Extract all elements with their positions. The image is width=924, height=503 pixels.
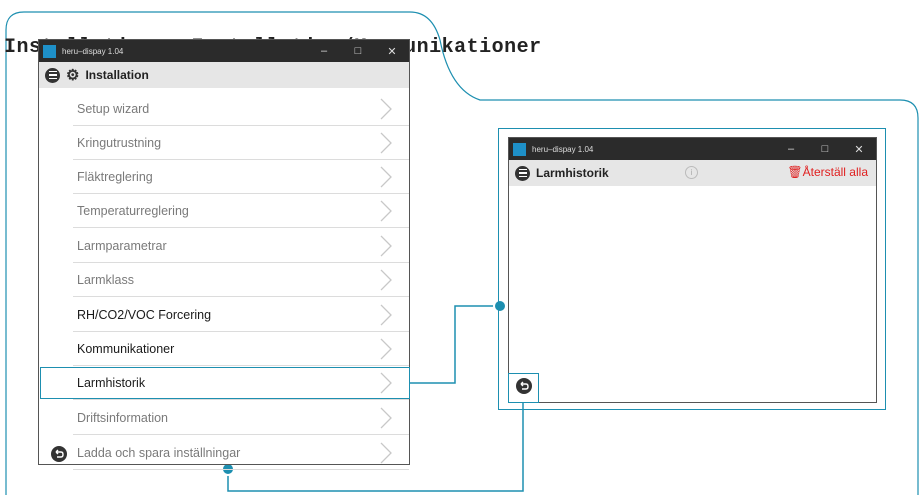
close-button[interactable]: ✕: [375, 40, 409, 62]
title-bar: heru–dispay 1.04 – □ ✕: [39, 40, 409, 62]
chevron-right-icon: [380, 98, 392, 120]
chevron-right-icon: [380, 269, 392, 291]
page-title: Installation: [85, 68, 149, 82]
menu-item[interactable]: Driftsinformation: [73, 401, 409, 435]
menu-item[interactable]: RH/CO2/VOC Forcering: [73, 298, 409, 332]
highlight-back-button: [508, 373, 539, 403]
chevron-right-icon: [380, 304, 392, 326]
menu-item-label: Setup wizard: [77, 101, 150, 116]
menu-item-label: Kringutrustning: [77, 135, 162, 150]
maximize-button[interactable]: □: [341, 40, 375, 62]
chevron-right-icon: [380, 235, 392, 257]
menu-icon[interactable]: [45, 67, 60, 83]
menu-item-label: Larmklass: [77, 272, 134, 287]
menu-item[interactable]: Kringutrustning: [73, 126, 409, 160]
menu-item-label: RH/CO2/VOC Forcering: [77, 307, 212, 322]
chevron-right-icon: [380, 166, 392, 188]
menu-item[interactable]: Larmklass: [73, 263, 409, 297]
menu-item-label: Temperaturreglering: [77, 203, 189, 218]
menu-item[interactable]: Larmparametrar: [73, 229, 409, 263]
menu-item[interactable]: Fläktreglering: [73, 160, 409, 194]
menu-item-label: Ladda och spara inställningar: [77, 445, 241, 460]
connector-line-1: [410, 305, 500, 384]
menu-item-label: Kommunikationer: [77, 341, 175, 356]
menu-item[interactable]: Kommunikationer: [73, 332, 409, 366]
window-title: heru–dispay 1.04: [62, 46, 124, 56]
minimize-button[interactable]: –: [307, 40, 341, 62]
chevron-right-icon: [380, 200, 392, 222]
menu-item-label: Driftsinformation: [77, 410, 168, 425]
page-header: ⚙ Installation: [39, 62, 409, 88]
chevron-right-icon: [380, 407, 392, 429]
back-icon[interactable]: [51, 446, 67, 462]
gear-icon: ⚙: [66, 67, 80, 84]
chevron-right-icon: [380, 442, 392, 464]
menu-item[interactable]: Ladda och spara inställningar: [73, 436, 409, 470]
app-icon: [43, 44, 56, 58]
installation-window: heru–dispay 1.04 – □ ✕ ⚙ Installation Se…: [38, 39, 410, 470]
highlight-alarm-window: [498, 128, 886, 410]
highlight-larmhistorik: [40, 367, 410, 399]
menu-item[interactable]: Setup wizard: [73, 92, 409, 126]
menu-item[interactable]: Temperaturreglering: [73, 194, 409, 228]
chevron-right-icon: [380, 338, 392, 360]
chevron-right-icon: [380, 132, 392, 154]
menu-item-label: Larmparametrar: [77, 238, 167, 253]
menu-item-label: Fläktreglering: [77, 169, 153, 184]
